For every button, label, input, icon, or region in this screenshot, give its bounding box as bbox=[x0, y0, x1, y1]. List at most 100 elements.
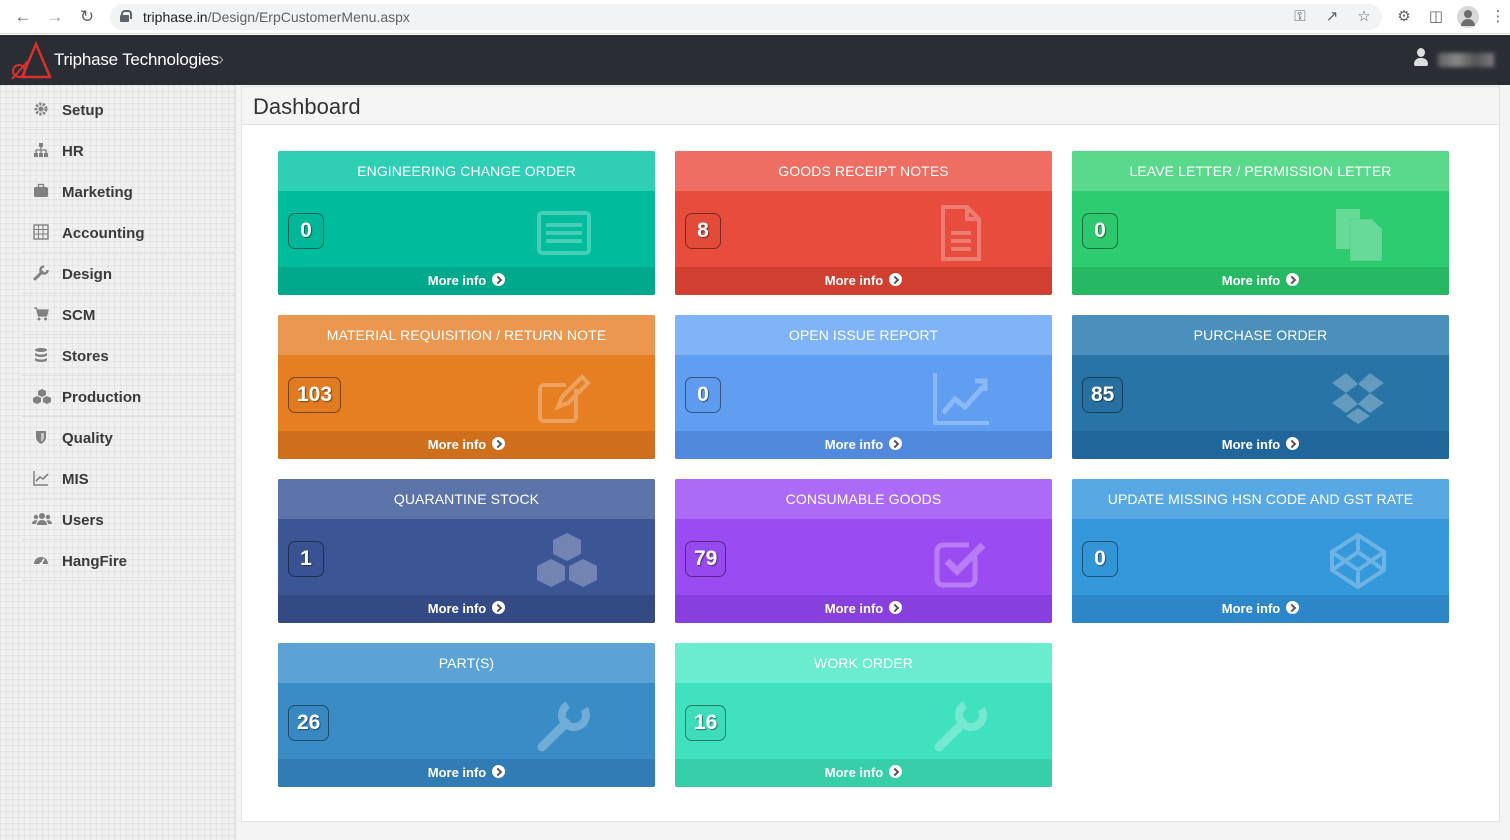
cubes-icon bbox=[32, 388, 52, 406]
back-arrow-icon[interactable]: ← bbox=[12, 6, 34, 28]
cubes-icon bbox=[537, 533, 597, 587]
sidebar-item-label: MIS bbox=[62, 471, 89, 488]
arrow-circle-right-icon bbox=[492, 765, 506, 779]
sidebar-item-label: Quality bbox=[62, 430, 113, 447]
tile-material-requisition: MATERIAL REQUISITION / RETURN NOTE 103 M… bbox=[278, 315, 655, 459]
sidebar-item-marketing[interactable]: Marketing bbox=[22, 172, 236, 212]
app-header: Triphase Technologies › bbox=[0, 35, 1510, 85]
list-card-icon bbox=[537, 211, 591, 255]
calculator-icon bbox=[32, 224, 50, 242]
briefcase-icon bbox=[32, 183, 50, 201]
more-info-link[interactable]: More info bbox=[278, 431, 655, 459]
sidebar-item-label: Accounting bbox=[62, 225, 145, 242]
more-info-label: More info bbox=[1221, 601, 1281, 616]
more-menu-icon[interactable]: ⋮ bbox=[1488, 7, 1508, 27]
tile-count: 85 bbox=[1082, 377, 1124, 413]
sidebar-item-users[interactable]: Users bbox=[22, 500, 236, 540]
side-panel-icon[interactable]: ◫ bbox=[1426, 7, 1446, 27]
arrow-circle-right-icon bbox=[1286, 437, 1300, 451]
sidebar-item-accounting[interactable]: Accounting bbox=[22, 213, 236, 253]
tile-count: 0 bbox=[288, 213, 324, 249]
document-icon bbox=[941, 205, 981, 261]
triphase-logo-icon[interactable] bbox=[8, 41, 52, 81]
chevron-right-icon[interactable]: › bbox=[218, 49, 224, 70]
user-icon[interactable] bbox=[1413, 48, 1429, 68]
user-name-redacted[interactable] bbox=[1438, 53, 1494, 67]
tile-count: 26 bbox=[288, 705, 330, 741]
tile-title: CONSUMABLE GOODS bbox=[675, 479, 1052, 519]
database-icon bbox=[32, 347, 50, 365]
sidebar-item-label: Stores bbox=[62, 348, 109, 365]
tile-parts: PART(S) 26 More info bbox=[278, 643, 655, 787]
tile-title: QUARANTINE STOCK bbox=[278, 479, 655, 519]
star-icon[interactable]: ☆ bbox=[1354, 7, 1374, 27]
more-info-label: More info bbox=[1221, 437, 1281, 452]
more-info-label: More info bbox=[427, 437, 487, 452]
sidebar-item-design[interactable]: Design bbox=[22, 254, 236, 294]
sidebar-item-production[interactable]: Production bbox=[22, 377, 236, 417]
profile-avatar-icon[interactable] bbox=[1457, 6, 1479, 28]
more-info-link[interactable]: More info bbox=[1072, 595, 1449, 623]
tile-count: 8 bbox=[685, 213, 721, 249]
key-icon[interactable]: ⚿ bbox=[1290, 7, 1310, 27]
sidebar-item-stores[interactable]: Stores bbox=[22, 336, 236, 376]
codepen-icon bbox=[1330, 532, 1386, 590]
tile-quarantine-stock: QUARANTINE STOCK 1 More info bbox=[278, 479, 655, 623]
tile-title: OPEN ISSUE REPORT bbox=[675, 315, 1052, 355]
more-info-link[interactable]: More info bbox=[675, 267, 1052, 295]
sidebar-item-label: HR bbox=[62, 143, 84, 160]
tile-title: UPDATE MISSING HSN CODE AND GST RATE bbox=[1072, 479, 1449, 519]
wrench-icon bbox=[537, 699, 590, 752]
wrench-icon bbox=[32, 265, 50, 283]
gear-icon bbox=[32, 101, 50, 119]
users-icon bbox=[32, 511, 52, 529]
url-path: /Design/ErpCustomerMenu.aspx bbox=[207, 9, 410, 25]
url-host: triphase.in bbox=[143, 9, 208, 25]
arrow-circle-right-icon bbox=[492, 437, 506, 451]
share-icon[interactable]: ↗ bbox=[1322, 7, 1342, 27]
sidebar-item-setup[interactable]: Setup bbox=[22, 90, 236, 130]
more-info-link[interactable]: More info bbox=[278, 595, 655, 623]
reload-icon[interactable]: ↻ bbox=[76, 6, 98, 28]
sidebar-item-hangfire[interactable]: HangFire bbox=[22, 541, 236, 581]
forward-arrow-icon[interactable]: → bbox=[44, 6, 66, 28]
sidebar-item-label: Users bbox=[62, 512, 104, 529]
sidebar-item-mis[interactable]: MIS bbox=[22, 459, 236, 499]
more-info-link[interactable]: More info bbox=[278, 759, 655, 787]
sitemap-icon bbox=[32, 142, 50, 160]
sidebar-item-label: Design bbox=[62, 266, 113, 283]
more-info-link[interactable]: More info bbox=[675, 431, 1052, 459]
more-info-label: More info bbox=[824, 601, 884, 616]
tile-title: WORK ORDER bbox=[675, 643, 1052, 683]
shield-icon bbox=[32, 429, 50, 447]
extensions-icon[interactable]: ⚙ bbox=[1394, 7, 1414, 27]
sidebar-item-label: HangFire bbox=[62, 553, 128, 570]
tile-count: 0 bbox=[1082, 213, 1118, 249]
more-info-link[interactable]: More info bbox=[278, 267, 655, 295]
sidebar: Setup HR Marketing Accounting Design SCM bbox=[0, 85, 236, 840]
sidebar-item-label: Marketing bbox=[62, 184, 133, 201]
tile-open-issue-report: OPEN ISSUE REPORT 0 More info bbox=[675, 315, 1052, 459]
more-info-link[interactable]: More info bbox=[675, 759, 1052, 787]
sidebar-item-scm[interactable]: SCM bbox=[22, 295, 236, 335]
dropbox-icon bbox=[1332, 373, 1384, 424]
more-info-label: More info bbox=[824, 765, 884, 780]
tile-title: ENGINEERING CHANGE ORDER bbox=[278, 151, 655, 191]
sidebar-item-quality[interactable]: Quality bbox=[22, 418, 236, 458]
brand-name[interactable]: Triphase Technologies bbox=[54, 50, 219, 70]
more-info-link[interactable]: More info bbox=[675, 595, 1052, 623]
check-square-icon bbox=[934, 542, 986, 588]
tile-work-order: WORK ORDER 16 More info bbox=[675, 643, 1052, 787]
more-info-link[interactable]: More info bbox=[1072, 431, 1449, 459]
more-info-label: More info bbox=[427, 765, 487, 780]
edit-icon bbox=[538, 374, 591, 423]
more-info-label: More info bbox=[824, 437, 884, 452]
more-info-label: More info bbox=[1221, 273, 1281, 288]
sidebar-item-hr[interactable]: HR bbox=[22, 131, 236, 171]
tile-update-hsn-gst: UPDATE MISSING HSN CODE AND GST RATE 0 M… bbox=[1072, 479, 1449, 623]
more-info-link[interactable]: More info bbox=[1072, 267, 1449, 295]
arrow-circle-right-icon bbox=[889, 601, 903, 615]
tile-title: GOODS RECEIPT NOTES bbox=[675, 151, 1052, 191]
address-bar[interactable]: triphase.in/Design/ErpCustomerMenu.aspx … bbox=[110, 4, 1382, 30]
page-title: Dashboard bbox=[253, 94, 361, 119]
